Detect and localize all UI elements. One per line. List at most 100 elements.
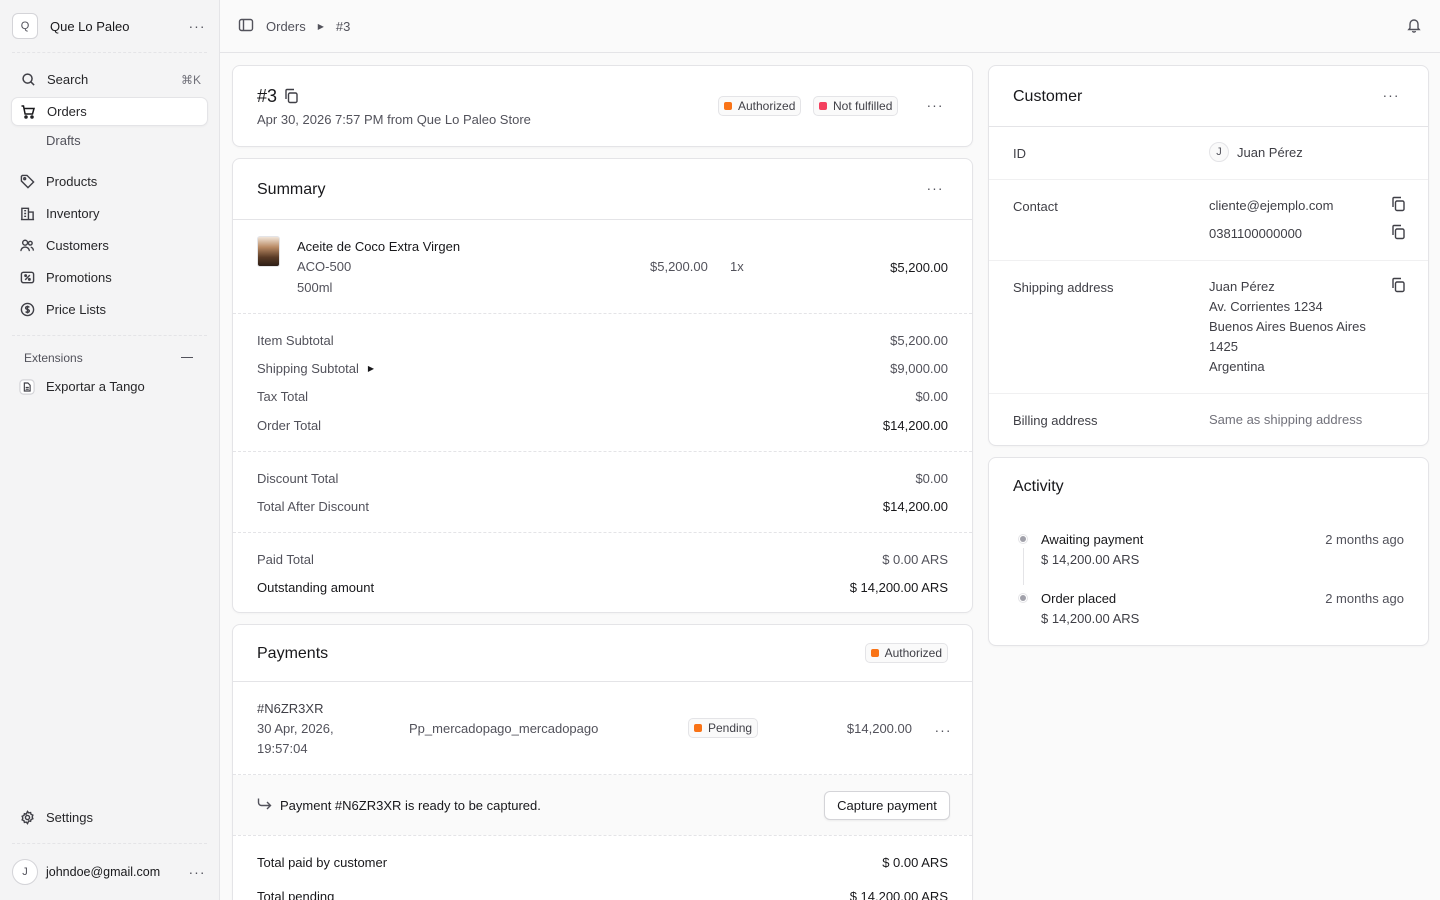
customer-actions-icon[interactable]: ···: [1381, 88, 1401, 102]
timeline-dot: [1018, 593, 1028, 603]
badge-label: Not fulfilled: [833, 99, 893, 113]
sidebar-toggle-icon[interactable]: [238, 17, 254, 36]
customer-phone: 0381100000000: [1209, 226, 1303, 241]
payments-card: Payments Authorized #N6ZR3XR 30 Apr, 202…: [232, 624, 973, 900]
sidebar-item-drafts[interactable]: Drafts: [46, 133, 81, 148]
row-value: $ 14,200.00 ARS: [849, 889, 948, 900]
customer-title: Customer: [1013, 88, 1083, 105]
shipping-address-label: Shipping address: [1013, 280, 1114, 295]
breadcrumb-current: #3: [335, 19, 351, 34]
copy-icon[interactable]: [1391, 224, 1406, 243]
badge-label: Authorized: [884, 646, 942, 660]
user-email: johndoe@gmail.com: [46, 865, 161, 879]
sidebar-item-products[interactable]: Products: [11, 167, 208, 196]
sidebar-item-label: Exportar a Tango: [46, 379, 145, 394]
payment-provider: Pp_mercadopago_mercadopago: [409, 721, 599, 736]
payment-actions-icon[interactable]: ···: [933, 723, 953, 737]
copy-icon[interactable]: [284, 88, 299, 107]
user-menu[interactable]: J johndoe@gmail.com ···: [12, 859, 207, 885]
shipping-address: Juan Pérez Av. Corrientes 1234 Buenos Ai…: [1209, 277, 1366, 377]
total-paid-row: Total paid by customer $ 0.00 ARS: [257, 855, 948, 870]
status-dot: [724, 102, 732, 110]
total-pending-row: Total pending $ 14,200.00 ARS: [257, 889, 948, 900]
payment-id: #N6ZR3XR: [257, 701, 324, 716]
activity-event-title: Order placed: [1041, 591, 1117, 606]
copy-icon[interactable]: [1391, 196, 1406, 215]
divider: [989, 126, 1428, 127]
row-label: Order Total: [257, 418, 322, 433]
tax-total-row: Tax Total $0.00: [257, 389, 948, 404]
address-line: Av. Corrientes 1234: [1209, 299, 1323, 314]
sidebar: Q Que Lo Paleo ··· Search ⌘K Orders Draf…: [0, 0, 220, 900]
extensions-label: Extensions: [24, 351, 83, 365]
user-menu-icon[interactable]: ···: [187, 865, 207, 879]
sidebar-item-orders[interactable]: Orders: [11, 97, 208, 126]
payments-title: Payments: [257, 645, 329, 662]
search-button[interactable]: Search ⌘K: [12, 65, 209, 94]
address-line: Buenos Aires Buenos Aires: [1209, 319, 1366, 334]
order-subtitle: Apr 30, 2026 7:57 PM from Que Lo Paleo S…: [257, 112, 531, 127]
search-shortcut: ⌘K: [180, 72, 201, 87]
customer-id-label: ID: [1013, 146, 1026, 161]
sidebar-item-label: Orders: [47, 104, 87, 119]
billing-address-label: Billing address: [1013, 413, 1098, 428]
customer-email: cliente@ejemplo.com: [1209, 198, 1334, 213]
row-value: $ 14,200.00 ARS: [849, 580, 948, 595]
cart-icon: [20, 104, 36, 120]
sidebar-item-settings[interactable]: Settings: [11, 803, 208, 832]
address-line: 1425: [1209, 339, 1238, 354]
item-unit-price: $5,200.00: [650, 259, 708, 274]
paid-total-row: Paid Total $ 0.00 ARS: [257, 552, 948, 567]
row-value: $5,200.00: [890, 333, 948, 348]
customer-name: Juan Pérez: [1237, 144, 1303, 160]
item-quantity: 1x: [730, 259, 744, 274]
fulfillment-status-badge: Not fulfilled: [813, 96, 899, 116]
row-label: Paid Total: [257, 552, 314, 567]
item-variant: 500ml: [297, 280, 333, 295]
store-switcher[interactable]: Q Que Lo Paleo ···: [12, 13, 207, 39]
item-sku: ACO-500: [297, 259, 352, 274]
payments-status-badge: Authorized: [864, 643, 948, 663]
store-badge: Q: [12, 13, 38, 39]
badge-label: Authorized: [738, 99, 796, 113]
store-menu-icon[interactable]: ···: [187, 19, 207, 33]
building-icon: [19, 206, 35, 222]
sidebar-item-promotions[interactable]: Promotions: [11, 263, 208, 292]
divider: [233, 451, 972, 452]
shipping-subtotal-toggle[interactable]: Shipping Subtotal ▶: [257, 361, 374, 376]
customer-link[interactable]: J Juan Pérez: [1209, 142, 1303, 162]
document-icon: [19, 378, 35, 395]
users-icon: [19, 238, 35, 254]
order-total-row: Order Total $14,200.00: [257, 418, 948, 433]
status-dot: [694, 724, 702, 732]
capture-payment-button[interactable]: Capture payment: [824, 791, 950, 820]
sidebar-item-label: Price Lists: [46, 302, 106, 317]
sidebar-item-price-lists[interactable]: Price Lists: [11, 295, 208, 324]
breadcrumb-orders[interactable]: Orders: [266, 19, 306, 34]
sidebar-item-customers[interactable]: Customers: [11, 231, 208, 260]
receipt-percent-icon: [19, 270, 35, 286]
summary-actions-icon[interactable]: ···: [925, 181, 945, 195]
sidebar-item-label: Inventory: [46, 206, 100, 221]
order-actions-icon[interactable]: ···: [925, 98, 945, 112]
sidebar-item-label: Promotions: [46, 270, 112, 285]
payment-amount: $14,200.00: [846, 721, 912, 736]
bell-icon[interactable]: [1406, 17, 1422, 36]
divider: [12, 335, 207, 336]
sidebar-item-label: Settings: [46, 810, 93, 825]
collapse-extensions-icon[interactable]: [181, 357, 193, 358]
total-after-discount-row: Total After Discount $14,200.00: [257, 499, 948, 514]
contact-label: Contact: [1013, 199, 1058, 214]
sidebar-item-exportar-a-tango[interactable]: Exportar a Tango: [11, 372, 208, 401]
row-value: $ 0.00 ARS: [882, 552, 948, 567]
address-line: Juan Pérez: [1209, 279, 1275, 294]
billing-address: Same as shipping address: [1209, 412, 1363, 427]
copy-icon[interactable]: [1391, 277, 1406, 296]
timeline-line: [1023, 548, 1024, 585]
breadcrumb: Orders ▶ #3: [238, 17, 350, 36]
divider: [989, 393, 1428, 394]
caret-right-icon: ▶: [317, 22, 324, 31]
sidebar-item-label: Products: [46, 174, 98, 189]
row-value: $9,000.00: [890, 361, 948, 376]
sidebar-item-inventory[interactable]: Inventory: [11, 199, 208, 228]
